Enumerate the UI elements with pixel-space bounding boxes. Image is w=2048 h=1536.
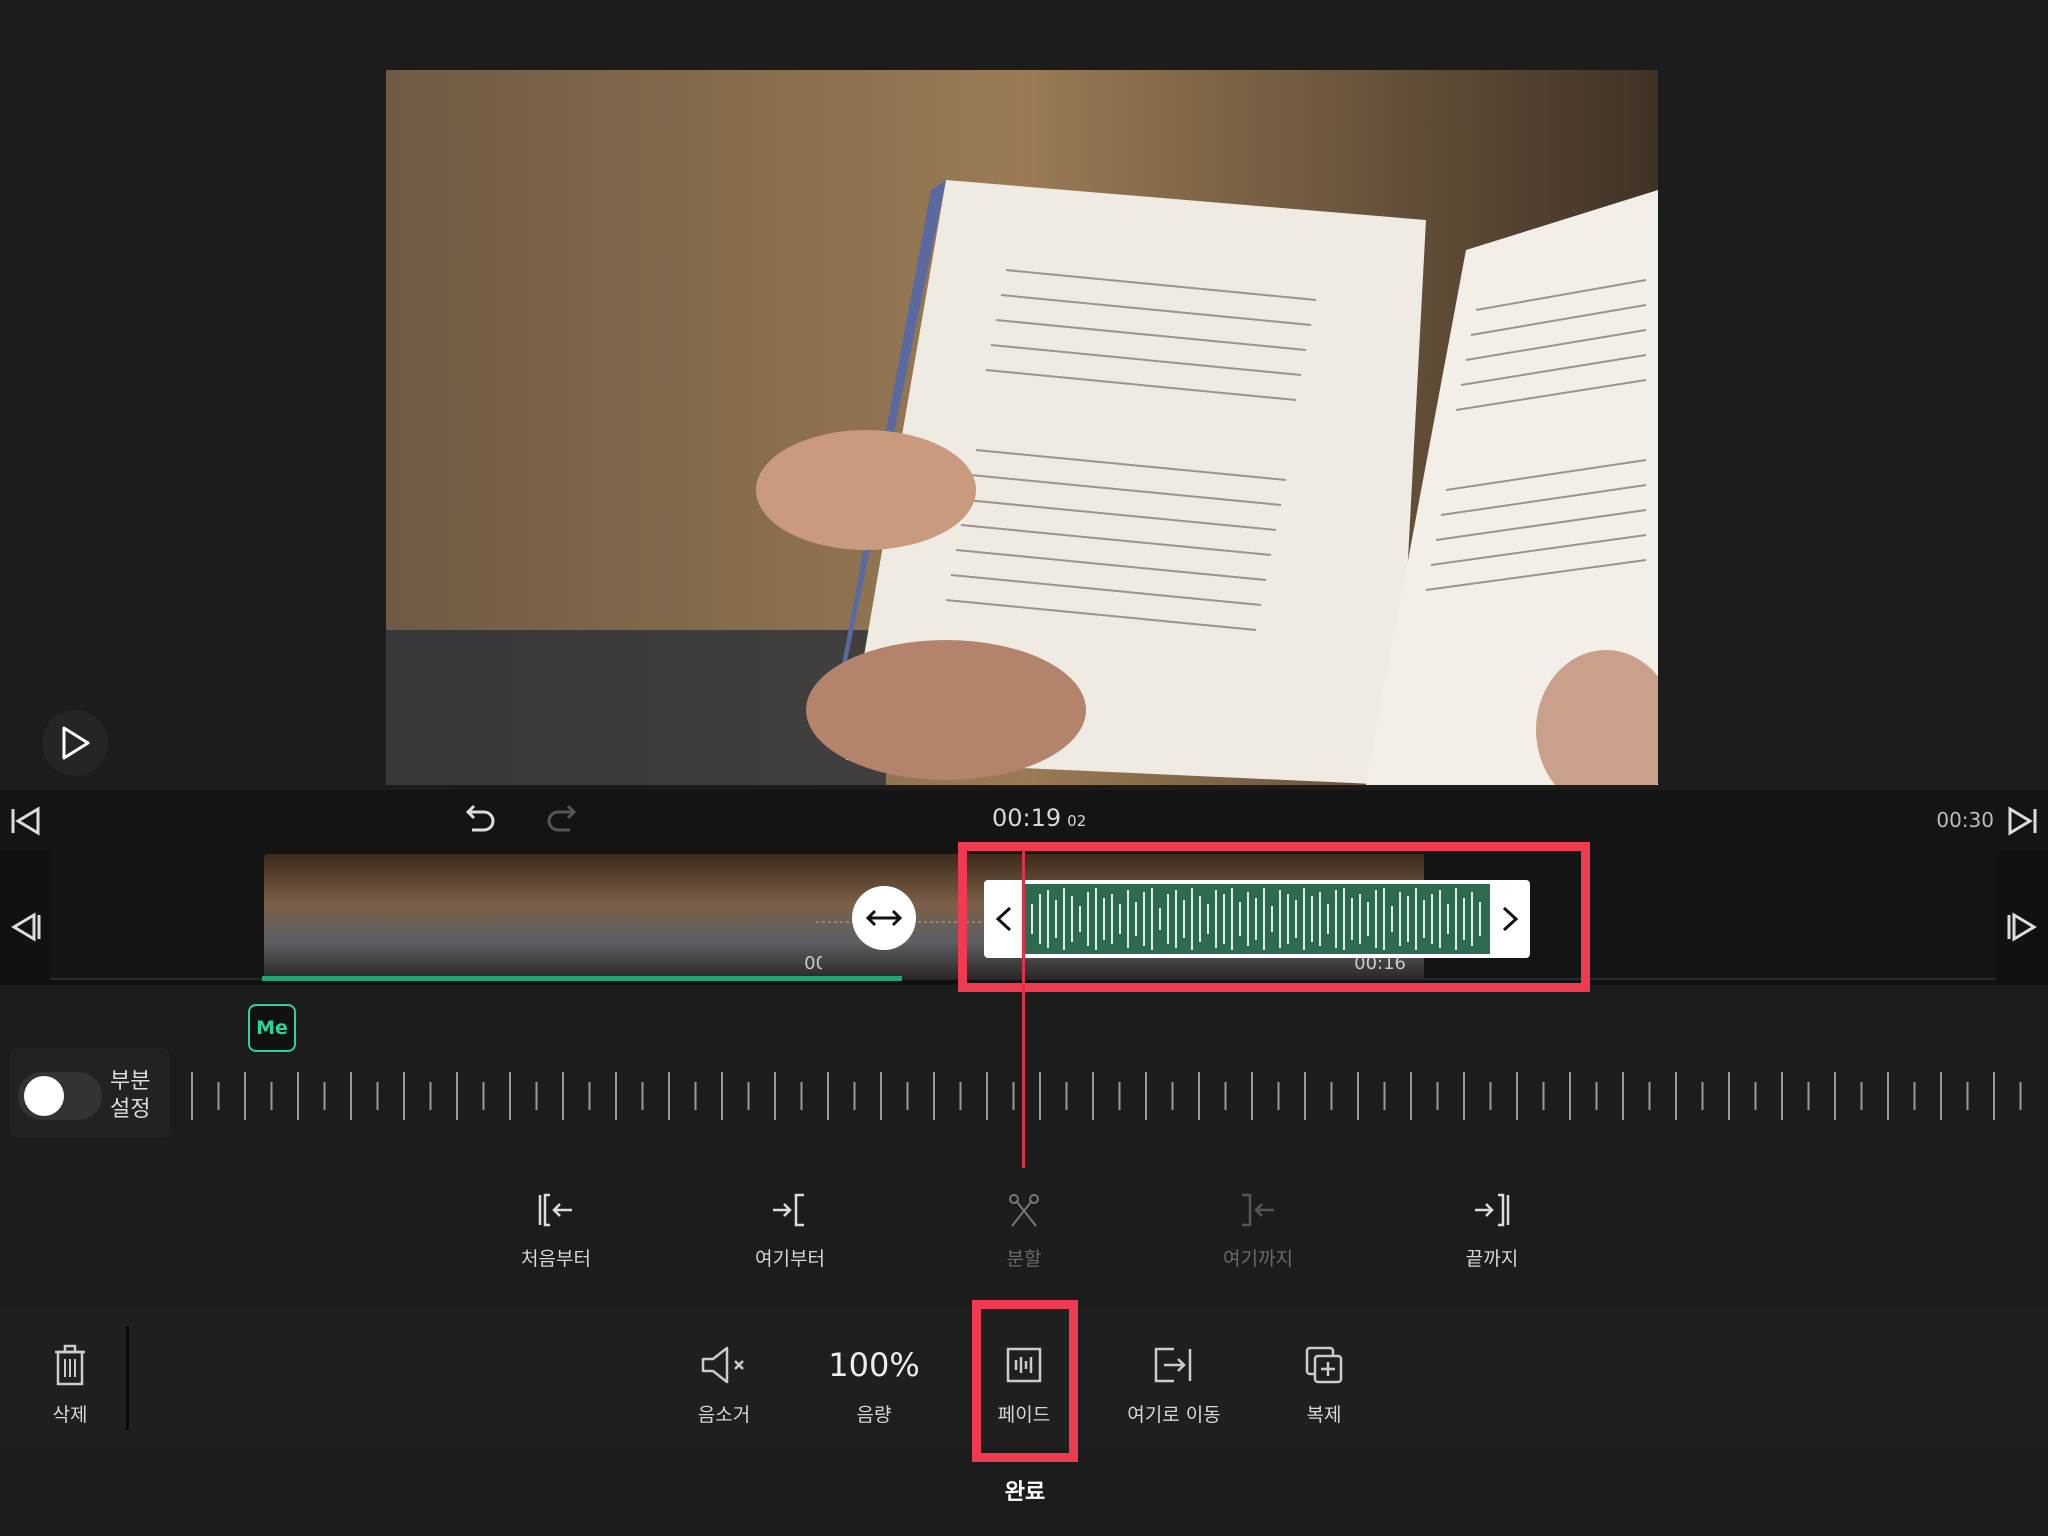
current-time-value: 00:19: [992, 804, 1062, 832]
play-icon: [62, 726, 90, 760]
volume-button[interactable]: 100% 음량: [804, 1338, 944, 1427]
partial-setting-panel: 부분 설정: [10, 1048, 170, 1138]
edit-tools: 처음부터 여기부터 분할 여기까지 끝까지: [0, 1180, 2048, 1305]
audio-range-indicator: [262, 976, 902, 981]
video-clip-1[interactable]: 00:13: [264, 854, 866, 980]
time-row: 00:19 02 00:30: [0, 790, 2048, 850]
clip-thumbnail: [264, 854, 500, 980]
undo-icon[interactable]: [462, 804, 496, 834]
skip-to-start-icon[interactable]: [10, 806, 42, 836]
volume-label: 음량: [856, 1404, 892, 1426]
book-image: [386, 70, 1658, 785]
delete-button[interactable]: 삭제: [0, 1338, 140, 1427]
total-time: 00:30: [1936, 808, 1994, 832]
clip-thumbnail: [500, 854, 736, 980]
fade-button-highlight: [972, 1300, 1078, 1462]
trim-until-here-icon: [1242, 1193, 1274, 1227]
current-frame: 02: [1067, 812, 1087, 830]
swap-button[interactable]: [852, 886, 916, 950]
scissors-icon: [1009, 1194, 1039, 1227]
trim-from-here-icon: [773, 1193, 804, 1227]
partial-label: 부분 설정: [110, 1068, 150, 1124]
from-here-button[interactable]: 여기부터: [720, 1180, 860, 1271]
ruler-row: 부분 설정: [0, 1040, 2048, 1150]
mute-label: 음소거: [697, 1404, 751, 1426]
skip-to-end-icon[interactable]: [2006, 806, 2038, 836]
move-here-button[interactable]: 여기로 이동: [1104, 1338, 1244, 1427]
duplicate-label: 복제: [1306, 1404, 1342, 1426]
trim-from-start-icon: [538, 1193, 572, 1227]
delete-label: 삭제: [52, 1404, 88, 1426]
until-here-label: 여기까지: [1223, 1248, 1293, 1270]
swap-arrows-icon: [865, 909, 903, 927]
toggle-knob: [24, 1076, 64, 1116]
partial-label-line2: 설정: [110, 1097, 151, 1122]
play-button[interactable]: [42, 710, 108, 776]
redo-icon[interactable]: [546, 804, 580, 834]
audio-clip-highlight: [958, 842, 1590, 992]
next-frame-icon[interactable]: [2006, 912, 2038, 942]
to-end-button[interactable]: 끝까지: [1422, 1180, 1562, 1271]
mute-button[interactable]: 음소거: [654, 1338, 794, 1427]
trash-icon: [55, 1344, 85, 1386]
video-preview[interactable]: [386, 70, 1658, 785]
until-here-button[interactable]: 여기까지: [1188, 1180, 1328, 1271]
done-button[interactable]: 완료: [950, 1474, 1100, 1514]
trim-to-end-icon: [1475, 1193, 1510, 1227]
duplicate-button[interactable]: 복제: [1254, 1338, 1394, 1427]
volume-value: 100%: [828, 1346, 920, 1384]
partial-label-line1: 부분: [110, 1069, 151, 1094]
move-here-icon: [1154, 1347, 1192, 1383]
toolbar-divider: [126, 1326, 129, 1430]
from-start-button[interactable]: 처음부터: [486, 1180, 626, 1271]
ruler-ticks: [191, 1072, 2022, 1120]
split-button[interactable]: 분할: [954, 1180, 1094, 1271]
to-end-label: 끝까지: [1465, 1248, 1519, 1270]
from-start-label: 처음부터: [521, 1248, 591, 1270]
speaker-mute-icon: [701, 1346, 744, 1384]
duplicate-icon: [1305, 1346, 1343, 1384]
from-here-label: 여기부터: [755, 1248, 825, 1270]
split-label: 분할: [1006, 1248, 1042, 1270]
current-time: 00:19 02: [992, 804, 1086, 832]
move-here-label: 여기로 이동: [1127, 1404, 1221, 1426]
preview-area: [0, 0, 2048, 790]
partial-toggle[interactable]: [18, 1072, 102, 1120]
prev-frame-icon[interactable]: [10, 912, 42, 942]
